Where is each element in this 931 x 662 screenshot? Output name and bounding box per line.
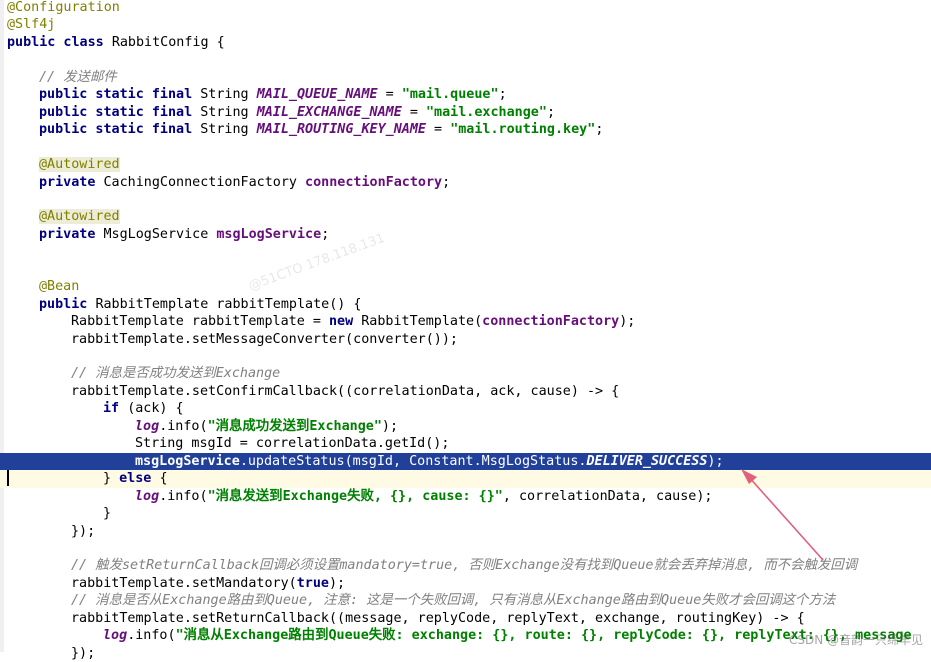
code-editor[interactable]: @Configuration @Slf4j public class RabbitC… <box>0 0 931 661</box>
annotation-arrow <box>741 469 824 561</box>
